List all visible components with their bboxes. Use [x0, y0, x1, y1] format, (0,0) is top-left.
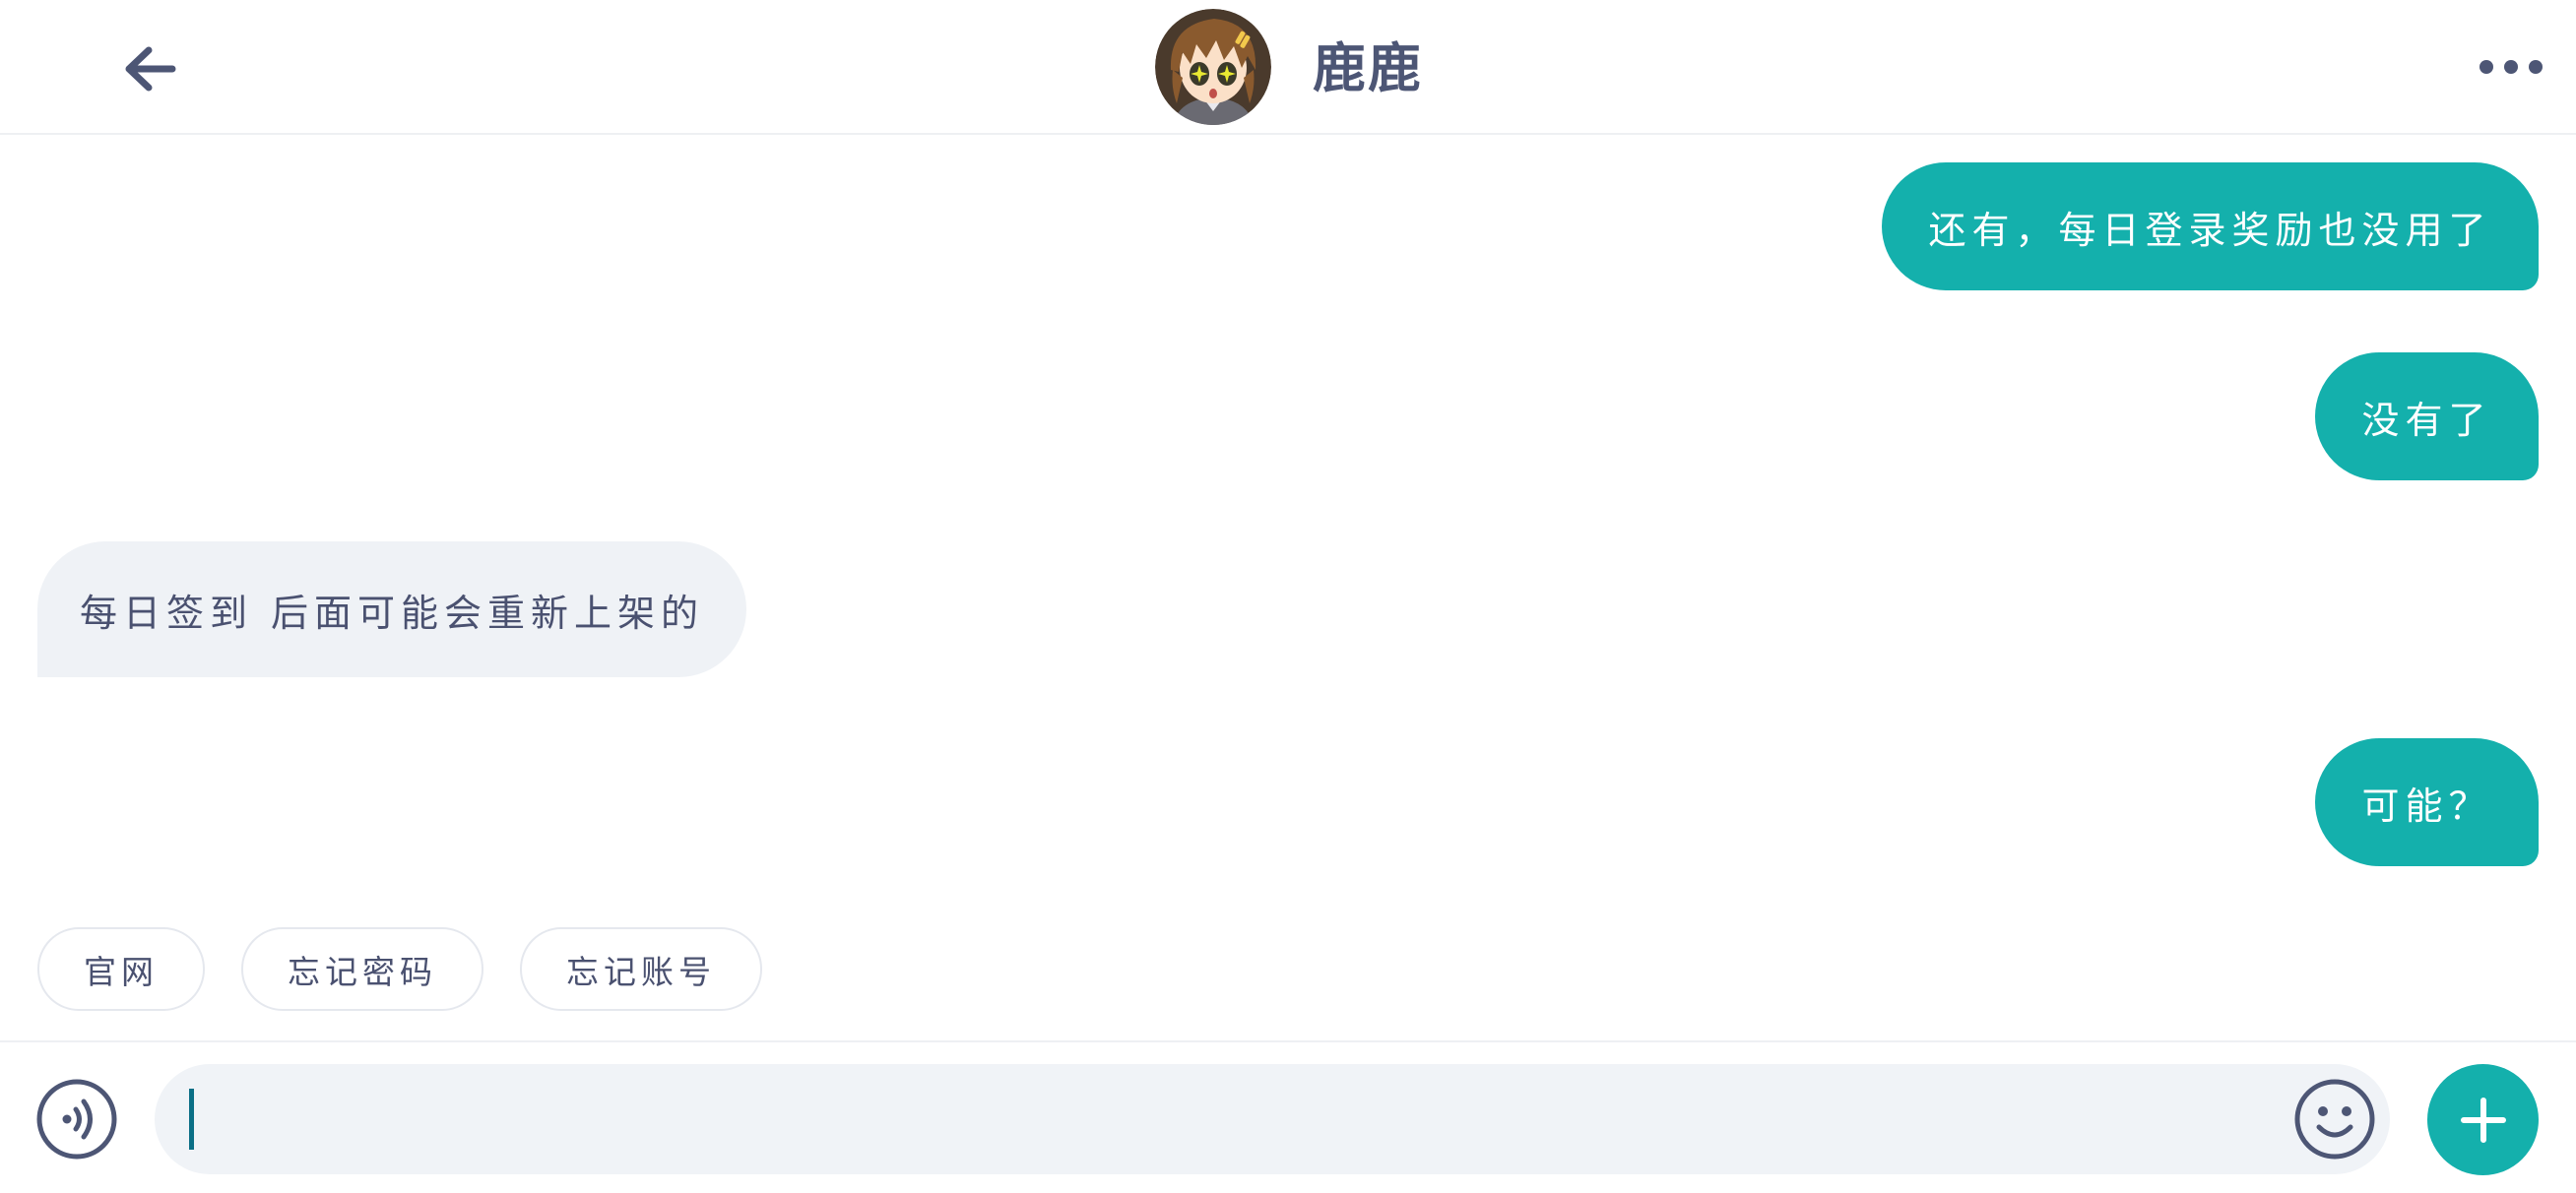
contact-avatar[interactable] — [1155, 9, 1271, 125]
message-bubble-outgoing[interactable]: 可能？ — [2315, 738, 2539, 866]
message-input[interactable] — [192, 1064, 2240, 1174]
anime-girl-avatar — [1155, 9, 1271, 125]
emoji-button[interactable] — [2293, 1078, 2376, 1161]
plus-icon — [2460, 1097, 2506, 1143]
emoji-icon — [2294, 1079, 2375, 1160]
quick-reply-forgot-password[interactable]: 忘记密码 — [241, 927, 483, 1011]
message-bubble-outgoing[interactable]: 没有了 — [2315, 352, 2539, 480]
chat-header: 鹿鹿 — [0, 0, 2576, 135]
more-actions-plus-button[interactable] — [2427, 1064, 2539, 1175]
voice-icon — [36, 1079, 117, 1160]
back-button[interactable] — [110, 30, 189, 108]
more-options-button[interactable] — [2472, 39, 2550, 94]
composer-bar — [0, 1040, 2576, 1193]
quick-reply-forgot-account[interactable]: 忘记账号 — [520, 927, 762, 1011]
contact-name: 鹿鹿 — [1313, 36, 1423, 99]
message-bubble-incoming[interactable]: 每日签到 后面可能会重新上架的 — [37, 541, 746, 677]
quick-reply-official-site[interactable]: 官网 — [37, 927, 205, 1011]
text-caret — [189, 1089, 194, 1150]
arrow-left-icon — [125, 46, 176, 92]
more-horizontal-icon — [2479, 60, 2543, 74]
message-bubble-outgoing[interactable]: 还有，每日登录奖励也没用了 — [1882, 162, 2539, 290]
voice-input-button[interactable] — [35, 1078, 118, 1161]
message-input-container[interactable] — [155, 1064, 2390, 1174]
